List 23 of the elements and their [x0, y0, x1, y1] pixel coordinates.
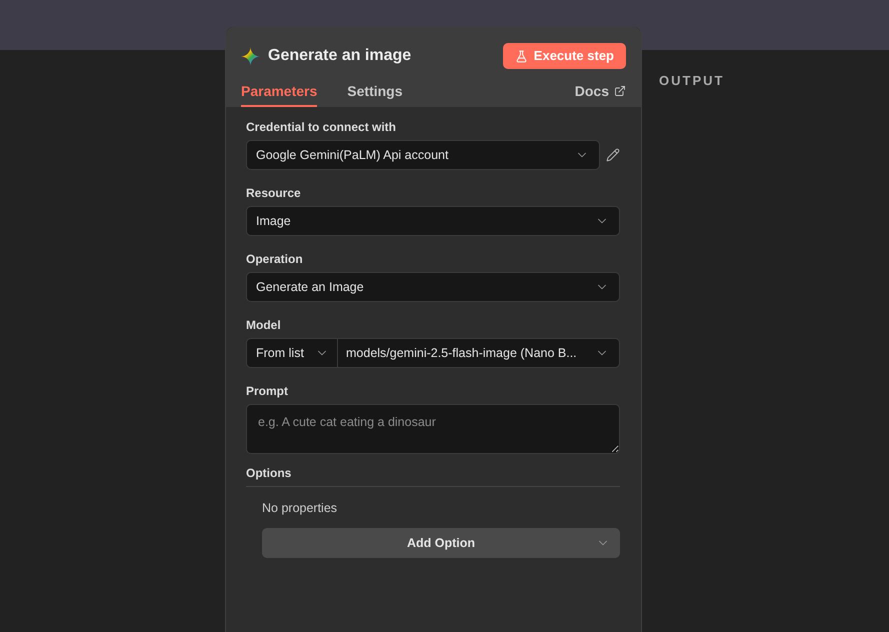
field-label: Operation: [246, 251, 304, 267]
mode-dropdown[interactable]: From list: [246, 338, 338, 368]
docs-link[interactable]: Docs: [574, 82, 626, 107]
dropdown-field[interactable]: models/gemini-2.5-flash-image (Nano B...: [338, 338, 620, 368]
sparkle-icon: [241, 46, 260, 66]
dropdown-field[interactable]: Generate an Image: [246, 272, 620, 302]
field-label: Resource: [246, 185, 302, 201]
empty-state-text: No properties: [262, 500, 338, 516]
add-option-button[interactable]: Add Option: [262, 528, 620, 558]
output-heading: OUTPUT: [659, 73, 724, 89]
panel-title: Generate an image: [268, 46, 412, 66]
field-label: Credential to connect with: [246, 119, 398, 135]
section-heading: Options: [246, 465, 292, 481]
field-label: Prompt: [246, 383, 289, 399]
external-link-icon: [614, 85, 626, 97]
dropdown-field[interactable]: Image: [246, 206, 620, 236]
dropdown-field[interactable]: Google Gemini(PaLM) Api account: [246, 140, 600, 170]
flask-icon: [514, 50, 528, 62]
field-label: Model: [246, 317, 282, 333]
tab[interactable]: Settings: [347, 82, 403, 107]
prompt-textarea[interactable]: e.g. A cute cat eating a dinosaur: [246, 404, 620, 454]
tab[interactable]: Parameters: [241, 82, 318, 107]
pencil-icon[interactable]: [606, 148, 620, 162]
